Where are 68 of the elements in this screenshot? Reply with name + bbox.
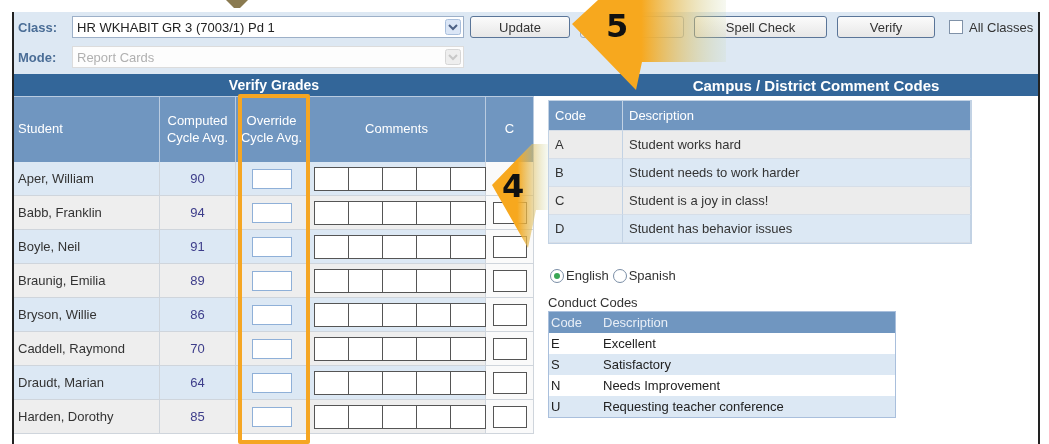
code-cell: C [549, 187, 623, 215]
student-name: Caddell, Raymond [14, 332, 160, 366]
toolbar-button[interactable]: Verify [837, 16, 935, 38]
student-name: Aper, William [14, 162, 160, 196]
column-header: C [486, 96, 534, 162]
column-header: Student [14, 96, 160, 162]
column-header: Description [623, 101, 971, 131]
student-name: Braunig, Emilia [14, 264, 160, 298]
description-cell: Requesting teacher conference [601, 396, 895, 417]
conduct-field[interactable] [492, 235, 527, 258]
override-field[interactable] [251, 372, 292, 393]
panel-title: Verify Grades [14, 74, 534, 96]
conduct-field[interactable] [492, 303, 527, 326]
language-radio[interactable] [612, 268, 627, 283]
all-classes-label: All Classes [969, 19, 1034, 35]
computed-average: 86 [160, 298, 236, 332]
panel-title: Campus / District Comment Codes [534, 74, 1038, 96]
override-field[interactable] [251, 270, 292, 291]
column-header: Description [601, 312, 895, 333]
description-cell: Student needs to work harder [623, 159, 971, 187]
override-field[interactable] [251, 236, 292, 257]
conduct-field[interactable] [492, 405, 527, 428]
code-cell: U [549, 396, 601, 417]
toolbar-button[interactable]: Update [470, 16, 570, 38]
conduct-field[interactable] [492, 371, 527, 394]
code-cell: S [549, 354, 601, 375]
description-cell: Satisfactory [601, 354, 895, 375]
override-field[interactable] [251, 338, 292, 359]
description-cell: Student has behavior issues [623, 215, 971, 243]
computed-average: 85 [160, 400, 236, 434]
description-cell: Student is a joy in class! [623, 187, 971, 215]
code-cell: B [549, 159, 623, 187]
conduct-field[interactable] [492, 269, 527, 292]
class-select[interactable]: HR WKHABIT GR 3 (7003/1) Pd 1 [72, 16, 464, 38]
callout-label: 4 [502, 170, 525, 202]
mode-select: Report Cards [72, 46, 464, 68]
callout-label: 5 [606, 10, 629, 42]
column-header: Code [549, 101, 623, 131]
student-name: Harden, Dorothy [14, 400, 160, 434]
computed-average: 91 [160, 230, 236, 264]
override-field[interactable] [251, 202, 292, 223]
conduct-field[interactable] [492, 337, 527, 360]
code-cell: D [549, 215, 623, 243]
student-name: Babb, Franklin [14, 196, 160, 230]
computed-average: 90 [160, 162, 236, 196]
override-field[interactable] [251, 168, 292, 189]
column-header: Computed Cycle Avg. [160, 96, 236, 162]
language-label: English [566, 268, 609, 283]
mode-label: Mode: [18, 49, 58, 65]
computed-average: 89 [160, 264, 236, 298]
computed-average: 64 [160, 366, 236, 400]
student-name: Boyle, Neil [14, 230, 160, 264]
override-field[interactable] [251, 406, 292, 427]
column-header: Comments [308, 96, 486, 162]
description-cell: Student works hard [623, 131, 971, 159]
computed-average: 70 [160, 332, 236, 366]
all-classes-checkbox[interactable] [949, 20, 963, 34]
computed-average: 94 [160, 196, 236, 230]
section-label: Conduct Codes [548, 295, 639, 310]
column-header: Code [549, 312, 601, 333]
student-name: Draudt, Marian [14, 366, 160, 400]
override-field[interactable] [251, 304, 292, 325]
language-radio[interactable] [550, 268, 564, 283]
language-label: Spanish [628, 268, 676, 283]
callout-arrow [226, 0, 248, 8]
code-cell: A [549, 131, 623, 159]
student-name: Bryson, Willie [14, 298, 160, 332]
class-label: Class: [18, 19, 59, 35]
